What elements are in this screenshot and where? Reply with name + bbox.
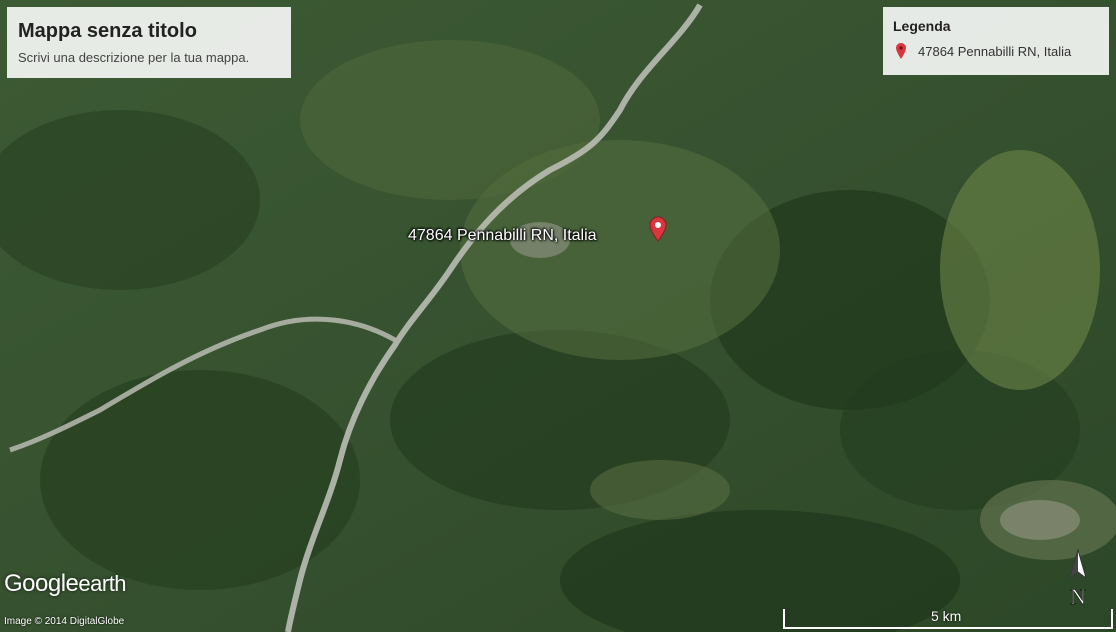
compass-label: N xyxy=(1070,584,1086,608)
placemark-label[interactable]: 47864 Pennabilli RN, Italia xyxy=(408,227,597,245)
google-earth-logo: Googleearth xyxy=(4,570,127,598)
scale-bar: 5 km xyxy=(783,607,1113,629)
scale-tick-right xyxy=(1111,609,1113,629)
scale-line xyxy=(783,627,1113,629)
satellite-imagery[interactable] xyxy=(0,0,1116,632)
logo-earth: earth xyxy=(78,571,127,596)
scale-label: 5 km xyxy=(931,608,962,624)
imagery-credit: Image © 2014 DigitalGlobe xyxy=(4,616,125,627)
legend-panel: Legenda 47864 Pennabilli RN, Italia xyxy=(883,7,1109,75)
map-title-panel: Mappa senza titolo Scrivi una descrizion… xyxy=(7,7,291,78)
map-description[interactable]: Scrivi una descrizione per la tua mappa. xyxy=(18,50,280,65)
map-pin-icon[interactable] xyxy=(649,216,667,242)
legend-heading: Legenda xyxy=(893,18,951,34)
scale-tick-left xyxy=(783,609,785,629)
north-arrow-icon: N xyxy=(1069,548,1087,608)
map-pin-icon xyxy=(896,43,906,59)
legend-item[interactable]: 47864 Pennabilli RN, Italia xyxy=(893,43,1099,59)
legend-item-label: 47864 Pennabilli RN, Italia xyxy=(918,43,1072,59)
logo-google: Google xyxy=(4,570,79,597)
map-title[interactable]: Mappa senza titolo xyxy=(18,19,280,43)
